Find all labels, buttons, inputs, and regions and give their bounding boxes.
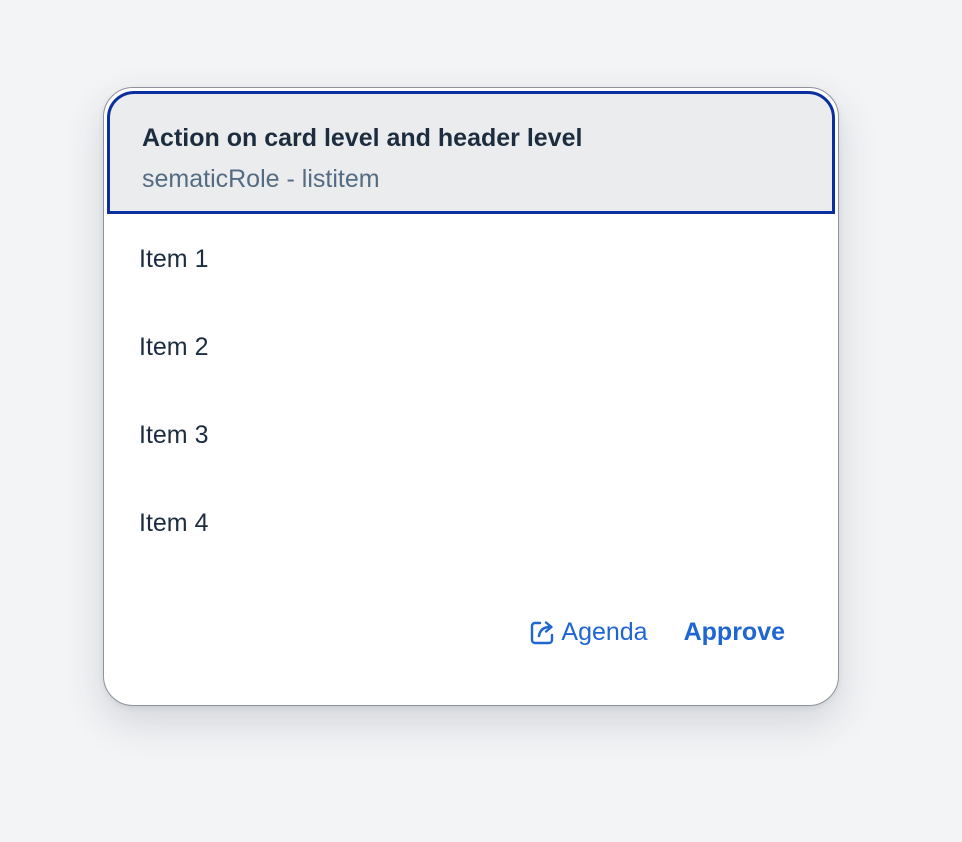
agenda-label: Agenda <box>561 618 648 646</box>
agenda-link[interactable]: Agenda <box>528 618 648 647</box>
list-item-label: Item 4 <box>139 509 209 537</box>
list-item[interactable]: Item 3 <box>104 393 838 481</box>
card-subtitle: sematicRole - listitem <box>142 165 380 193</box>
card-header[interactable]: Action on card level and header level se… <box>107 91 835 214</box>
external-link-icon <box>528 618 557 647</box>
card-title: Action on card level and header level <box>142 124 583 152</box>
card[interactable]: Action on card level and header level se… <box>103 87 839 706</box>
list-item-label: Item 2 <box>139 333 209 361</box>
list-item-label: Item 3 <box>139 421 209 449</box>
list-item-label: Item 1 <box>139 245 209 273</box>
approve-button[interactable]: Approve <box>684 618 785 647</box>
list-item[interactable]: Item 4 <box>104 481 838 569</box>
card-list: Item 1 Item 2 Item 3 Item 4 <box>104 217 838 569</box>
card-actions: Agenda Approve <box>528 618 785 647</box>
list-item[interactable]: Item 1 <box>104 217 838 305</box>
list-item[interactable]: Item 2 <box>104 305 838 393</box>
